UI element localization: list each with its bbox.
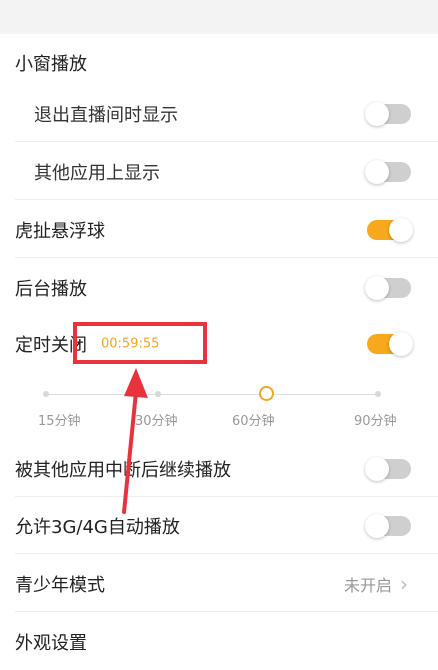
annotation-arrow-icon — [122, 368, 148, 514]
